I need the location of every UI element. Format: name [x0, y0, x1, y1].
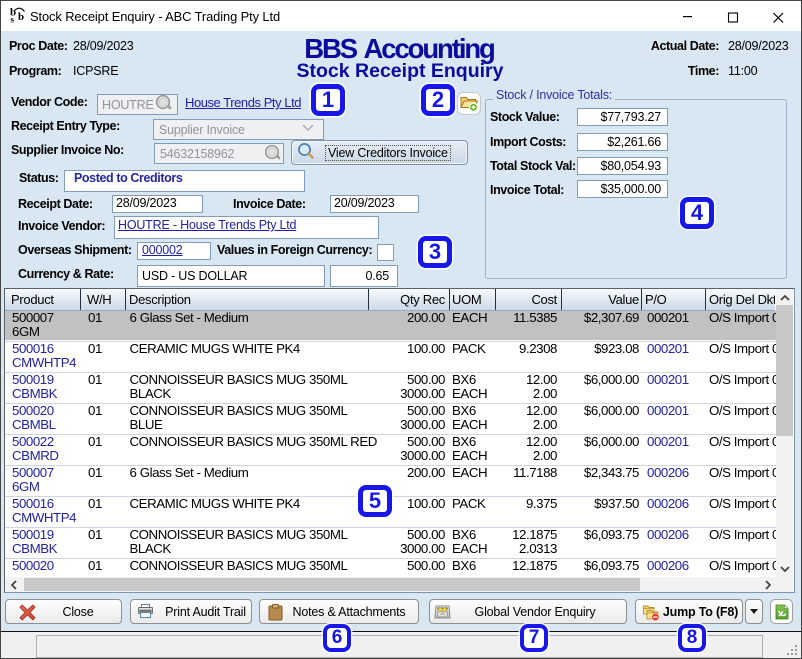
svg-text:s: s — [11, 15, 15, 25]
svg-text:b: b — [18, 11, 24, 23]
